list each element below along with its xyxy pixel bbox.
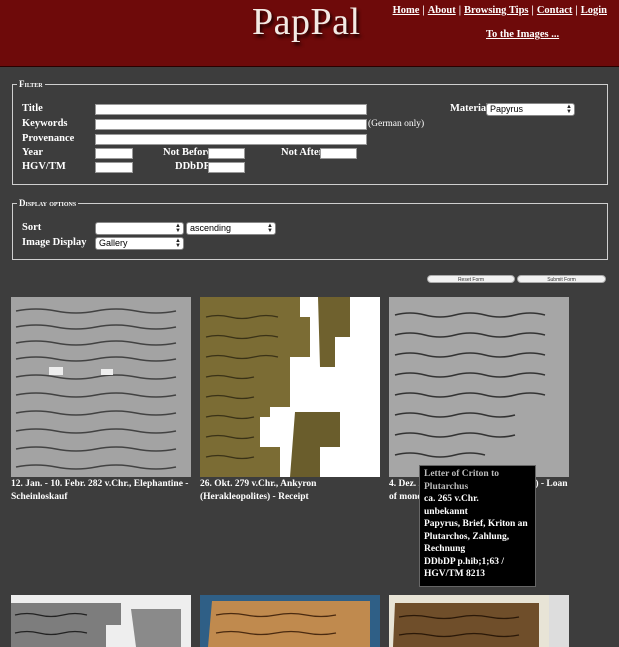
not-after-label: Not After (281, 147, 324, 158)
site-logo[interactable]: PapPal (252, 0, 361, 44)
keywords-label: Keywords (22, 118, 68, 129)
keywords-input[interactable] (95, 119, 367, 130)
ddbdp-input[interactable] (208, 162, 245, 173)
nav-home[interactable]: Home (393, 5, 420, 16)
thumbnail-caption-1[interactable]: 12. Jan. - 10. Febr. 282 v.Chr., Elephan… (11, 478, 191, 503)
filter-legend: Filter (19, 79, 43, 89)
papyrus-image-1 (11, 297, 191, 477)
site-header: PapPal Home | About | Browsing Tips | Contact |… (0, 0, 619, 67)
not-before-label: Not Before (163, 147, 212, 158)
tooltip-keywords: Papyrus, Brief, Kriton an Plutarchos, Za… (424, 519, 528, 554)
material-select[interactable]: Papyrus ▲ ▼ (486, 103, 575, 116)
papyrus-image-3 (389, 297, 569, 477)
image-display-label: Image Display (22, 237, 87, 248)
select-arrows-icon: ▲ ▼ (175, 223, 181, 234)
hgv-input[interactable] (95, 162, 133, 173)
papyrus-thumbnail-3[interactable] (389, 297, 569, 477)
select-arrows-icon: ▲ ▼ (175, 238, 181, 249)
not-before-input[interactable] (208, 148, 245, 159)
sort-label: Sort (22, 222, 42, 233)
tooltip-ids: DDbDP p.hib;1;63 / HGV/TM 8213 (424, 556, 504, 580)
provenance-label: Provenance (22, 133, 75, 144)
papyrus-image-4 (11, 595, 191, 647)
material-value: Papyrus (490, 104, 524, 114)
order-select[interactable]: ascending ▲ ▼ (186, 222, 276, 235)
image-display-value: Gallery (99, 238, 128, 248)
select-arrows-icon: ▲ ▼ (566, 104, 572, 115)
nav-browsing-tips[interactable]: Browsing Tips (464, 5, 529, 16)
provenance-input[interactable] (95, 134, 367, 145)
nav-login[interactable]: Login (581, 5, 607, 16)
papyrus-image-5 (200, 595, 380, 647)
not-after-input[interactable] (320, 148, 357, 159)
papyrus-thumbnail-1[interactable] (11, 297, 191, 477)
hgv-label: HGV/TM (22, 161, 66, 172)
reset-form-button[interactable]: Reset Form (427, 275, 515, 283)
sort-select[interactable]: ▲ ▼ (95, 222, 184, 235)
material-label: Material (450, 103, 490, 114)
year-input[interactable] (95, 148, 133, 159)
top-navigation: Home | About | Browsing Tips | Contact | Login (392, 5, 607, 16)
papyrus-image-2 (200, 297, 380, 477)
papyrus-thumbnail-6[interactable] (389, 595, 569, 647)
to-images-link[interactable]: To the Images ... (486, 29, 559, 40)
select-arrows-icon: ▲ ▼ (267, 223, 273, 234)
papyrus-thumbnail-4[interactable] (11, 595, 191, 647)
nav-contact[interactable]: Contact (537, 5, 573, 16)
title-label: Title (22, 103, 43, 114)
year-label: Year (22, 147, 43, 158)
thumbnail-caption-2[interactable]: 26. Okt. 279 v.Chr., Ankyron (Herakleopo… (200, 478, 380, 503)
tooltip-title: Letter of Criton to Plutarchus (424, 469, 500, 492)
title-input[interactable] (95, 104, 367, 115)
keywords-note: (German only) (368, 119, 425, 129)
ddbdp-label: DDbDP (175, 161, 211, 172)
submit-form-button[interactable]: Submit Form (517, 275, 606, 283)
papyrus-image-6 (389, 595, 569, 647)
tooltip-place: unbekannt (424, 506, 468, 517)
papyrus-thumbnail-5[interactable] (200, 595, 380, 647)
order-value: ascending (190, 223, 232, 233)
image-display-select[interactable]: Gallery ▲ ▼ (95, 237, 184, 250)
nav-about[interactable]: About (428, 5, 456, 16)
tooltip-date: ca. 265 v.Chr. (424, 494, 479, 504)
hover-tooltip: Letter of Criton to Plutarchus ca. 265 v… (419, 465, 536, 587)
papyrus-thumbnail-2[interactable] (200, 297, 380, 477)
display-options-legend: Display options (19, 198, 77, 208)
